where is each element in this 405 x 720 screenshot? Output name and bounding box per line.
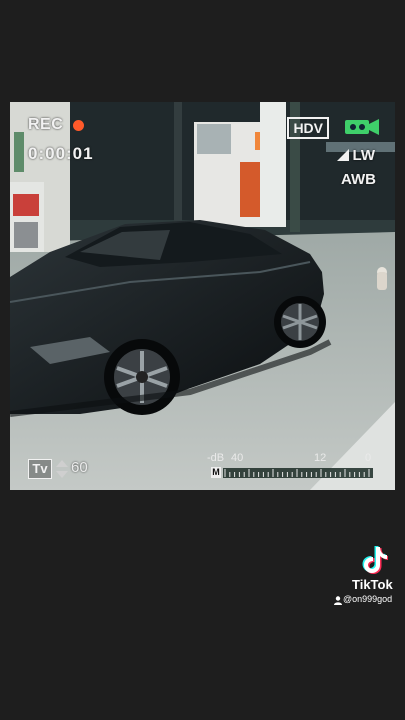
tiktok-username: @on999god (343, 594, 393, 604)
manual-mode-badge: M (211, 467, 221, 478)
user-icon (334, 596, 342, 605)
tiktok-brand-label: TikTok (352, 577, 393, 592)
signal-icon (337, 149, 349, 161)
meter-scale (223, 468, 373, 478)
audio-level-meter: -dB 40 12 0 M (207, 452, 377, 482)
lw-label: LW (352, 147, 376, 164)
awb-label: AWB (341, 171, 376, 188)
tiktok-note-icon (362, 546, 388, 574)
db-value: 40 (231, 452, 244, 464)
shutter-value: 60 (71, 459, 88, 476)
db-label: -dB (207, 452, 225, 464)
meter-tick-label: 0 (365, 452, 372, 464)
timecode: 0:00:01 (28, 144, 94, 163)
rec-label: REC (28, 116, 64, 133)
video-camera-icon (345, 119, 379, 135)
hdv-badge: HDV (287, 117, 329, 139)
video-frame: REC 0:00:01 HDV LW AWB Tv 60 -dB 40 12 0… (10, 102, 395, 490)
meter-tick-label: 12 (314, 452, 327, 464)
record-dot-icon (73, 120, 84, 131)
tv-mode-badge: Tv (28, 459, 52, 479)
dial-arrows-icon (56, 460, 68, 478)
